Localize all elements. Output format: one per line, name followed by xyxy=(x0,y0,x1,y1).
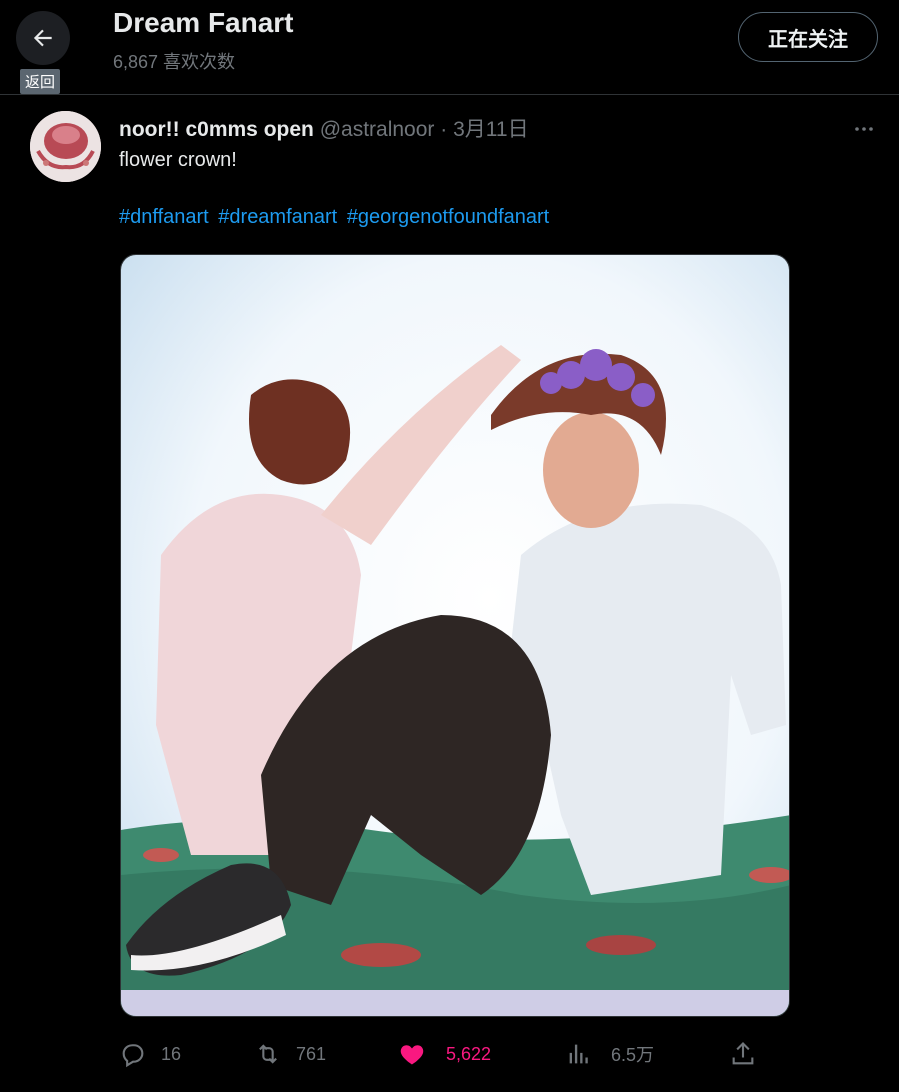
retweet-icon xyxy=(259,1044,277,1064)
more-button[interactable] xyxy=(852,117,876,146)
views-button[interactable]: 6.5万 xyxy=(565,1036,654,1072)
back-tooltip: 返回 xyxy=(20,69,61,94)
tweet-image[interactable] xyxy=(120,254,790,1017)
tweet[interactable]: noor!! c0mms open @astralnoor · 3月11日 fl… xyxy=(0,95,899,1092)
avatar[interactable] xyxy=(30,111,101,182)
likes-count-subtitle: 6,867 喜欢次数 xyxy=(113,52,236,72)
tweet-date[interactable]: 3月11日 xyxy=(453,118,528,141)
reply-button[interactable]: 16 xyxy=(119,1036,181,1072)
more-icon xyxy=(855,127,873,131)
views-icon xyxy=(569,1044,588,1064)
hashtag-link[interactable]: #georgenotfoundfanart xyxy=(347,206,549,228)
reply-icon xyxy=(122,1044,144,1068)
retweet-button[interactable]: 761 xyxy=(254,1036,326,1072)
hashtag-link[interactable]: #dnffanart xyxy=(119,206,209,228)
tweet-actions: 16 761 5,622 6.5万 xyxy=(0,1036,899,1072)
heart-icon xyxy=(400,1045,424,1065)
like-count: 5,622 xyxy=(446,1043,492,1064)
views-count: 6.5万 xyxy=(611,1045,655,1065)
tweet-header: noor!! c0mms open @astralnoor · 3月11日 xyxy=(119,113,529,143)
hashtags: #dnffanart #dreamfanart #georgenotfoundf… xyxy=(119,206,553,229)
share-button[interactable] xyxy=(729,1036,757,1072)
share-icon xyxy=(732,1042,754,1065)
back-button[interactable] xyxy=(16,11,70,65)
hashtag-link[interactable]: #dreamfanart xyxy=(218,206,337,228)
tweet-text: flower crown! xyxy=(119,149,237,171)
retweet-count: 761 xyxy=(296,1043,327,1064)
page-header: 返回 Dream Fanart 6,867 喜欢次数 正在关注 xyxy=(0,0,899,95)
back-arrow-icon xyxy=(33,29,52,47)
separator: · xyxy=(440,118,448,141)
like-button[interactable]: 5,622 xyxy=(398,1036,491,1072)
following-button[interactable]: 正在关注 xyxy=(738,12,878,62)
page-title: Dream Fanart xyxy=(113,7,294,38)
author-name[interactable]: noor!! c0mms open xyxy=(119,118,314,141)
author-handle[interactable]: @astralnoor xyxy=(320,118,435,141)
reply-count: 16 xyxy=(161,1043,182,1064)
